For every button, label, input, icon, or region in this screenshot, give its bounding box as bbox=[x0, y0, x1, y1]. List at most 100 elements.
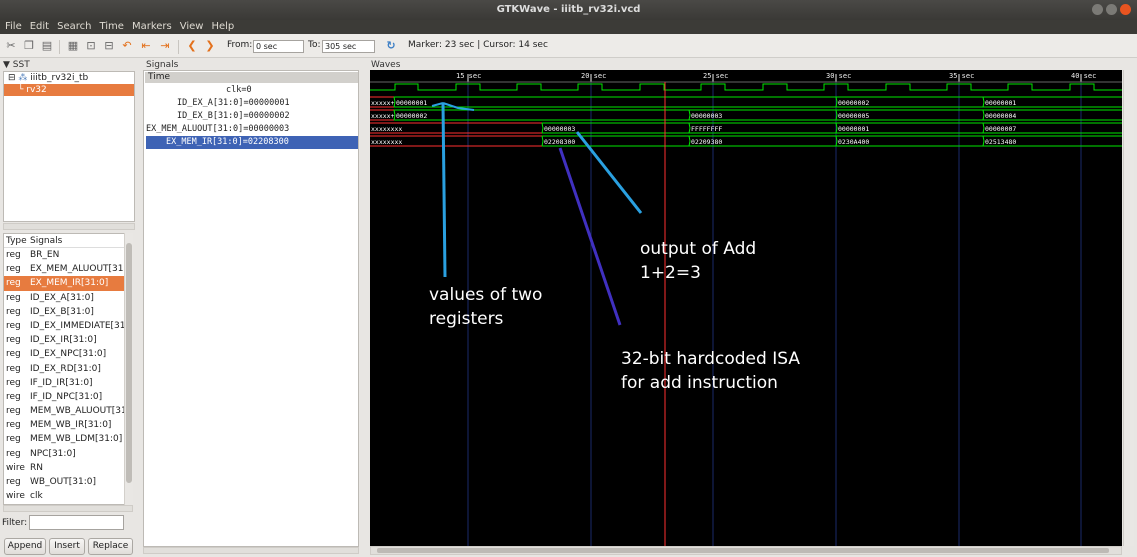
signal-row-ex-mem-ir[interactable]: EX_MEM_IR[31:0]=02208300 bbox=[146, 136, 358, 149]
signal-list-row[interactable]: wire RN bbox=[4, 461, 132, 475]
bus-value: 00000001 bbox=[985, 99, 1016, 107]
waves-hscroll[interactable] bbox=[370, 546, 1122, 555]
close-icon[interactable] bbox=[1120, 4, 1131, 15]
type-column-header[interactable]: Type bbox=[4, 234, 30, 247]
annotation-arrow-registers bbox=[441, 102, 447, 278]
sst-hscroll[interactable] bbox=[3, 223, 135, 230]
filter-input[interactable] bbox=[29, 515, 124, 530]
zoom-fit-icon[interactable]: ⊡ bbox=[84, 39, 98, 53]
annotation-line: 1+2=3 bbox=[640, 263, 701, 283]
signal-name: NPC[31:0] bbox=[30, 448, 76, 459]
annotation-arrow-aluout bbox=[575, 131, 643, 214]
signals-hscroll[interactable] bbox=[143, 547, 359, 554]
signal-type: wire bbox=[6, 462, 25, 473]
next-edge-icon[interactable]: ❯ bbox=[203, 39, 217, 53]
replace-button[interactable]: Replace bbox=[88, 538, 133, 555]
signal-list-row[interactable]: reg EX_MEM_IR[31:0] bbox=[4, 276, 132, 291]
menu-edit[interactable]: Edit bbox=[30, 20, 49, 34]
bus-value: 00000003 bbox=[544, 125, 575, 133]
select-all-icon[interactable]: ▦ bbox=[66, 39, 80, 53]
waves-vscroll[interactable] bbox=[1123, 70, 1134, 546]
toolbar: ✂ ❐ ▤ ▦ ⊡ ⊟ ↶ ⇤ ⇥ ❮ ❯ From: 0 sec To: 30… bbox=[0, 34, 1137, 58]
signal-list-row[interactable]: reg ID_EX_A[31:0] bbox=[4, 291, 132, 305]
signal-list-row[interactable]: reg MEM_WB_ALUOUT[31:0] bbox=[4, 404, 132, 418]
zoom-to-start-icon[interactable]: ⇤ bbox=[139, 39, 153, 53]
signal-type: reg bbox=[6, 335, 21, 346]
cut-icon[interactable]: ✂ bbox=[4, 39, 18, 53]
scroll-thumb[interactable] bbox=[126, 243, 132, 483]
signal-list-row[interactable]: wire clk bbox=[4, 489, 132, 503]
time-label: 25 sec bbox=[703, 72, 728, 80]
signal-type: reg bbox=[6, 477, 21, 487]
bus-value: 00000002 bbox=[838, 99, 869, 107]
prev-edge-icon[interactable]: ❮ bbox=[185, 39, 199, 53]
signal-list-row[interactable]: reg ID_EX_IR[31:0] bbox=[4, 333, 132, 347]
signal-list-row[interactable]: reg WB_OUT[31:0] bbox=[4, 475, 132, 489]
annotation-line: registers bbox=[429, 309, 504, 329]
paste-icon[interactable]: ▤ bbox=[40, 39, 54, 53]
from-input[interactable]: 0 sec bbox=[253, 40, 304, 53]
signal-type: reg bbox=[6, 391, 21, 402]
menu-search[interactable]: Search bbox=[57, 20, 91, 34]
signals-pane-label: Signals bbox=[146, 60, 179, 70]
zoom-to-end-icon[interactable]: ⇥ bbox=[158, 39, 172, 53]
tree-item-rv32[interactable]: └ rv32 bbox=[4, 84, 134, 96]
bus-value: xxxxxxxx bbox=[371, 138, 402, 146]
insert-button[interactable]: Insert bbox=[49, 538, 85, 555]
maximize-icon[interactable] bbox=[1106, 4, 1117, 15]
tree-item-tb[interactable]: ⊟ ⁂ iiitb_rv32i_tb bbox=[4, 72, 134, 84]
to-label: To: bbox=[308, 40, 321, 50]
id-ex-a-waveform: xxxxx+ 00000001 00000002 00000001 bbox=[370, 96, 1122, 108]
to-input[interactable]: 305 sec bbox=[322, 40, 375, 53]
signal-list-row[interactable]: reg MEM_WB_LDM[31:0] bbox=[4, 432, 132, 446]
signal-list-row[interactable]: reg IF_ID_NPC[31:0] bbox=[4, 390, 132, 404]
reload-icon[interactable]: ↻ bbox=[384, 39, 398, 53]
bus-value: 0230A400 bbox=[838, 138, 869, 146]
signal-name: clk bbox=[30, 491, 43, 502]
signal-list-row[interactable]: reg ID_EX_IMMEDIATE[31:0] bbox=[4, 319, 132, 333]
menu-markers[interactable]: Markers bbox=[132, 20, 172, 34]
bus-value: 00000003 bbox=[691, 112, 722, 120]
signal-list-row[interactable]: reg EX_MEM_ALUOUT[31:0] bbox=[4, 262, 132, 276]
signal-list-row[interactable]: reg MEM_WB_IR[31:0] bbox=[4, 418, 132, 432]
signal-type: reg bbox=[6, 406, 21, 417]
signal-row-clk[interactable]: clk=0 bbox=[226, 84, 252, 97]
signal-list-row[interactable]: reg BR_EN bbox=[4, 248, 132, 262]
ex-mem-ir-waveform: xxxxxxxx 02208300 02209380 0230A400 0251… bbox=[370, 135, 1122, 147]
signal-list-hscroll[interactable] bbox=[3, 505, 133, 512]
scroll-thumb[interactable] bbox=[377, 548, 1109, 553]
annotation-line: values of two bbox=[429, 285, 543, 305]
signal-row-ex-mem-aluout[interactable]: EX_MEM_ALUOUT[31:0]=00000003 bbox=[146, 123, 289, 136]
append-button[interactable]: Append bbox=[4, 538, 46, 555]
sst-tree: ⊟ ⁂ iiitb_rv32i_tb └ rv32 bbox=[3, 71, 135, 222]
annotation-line: output of Add bbox=[640, 239, 757, 259]
signal-row-id-ex-a[interactable]: ID_EX_A[31:0]=00000001 bbox=[177, 97, 290, 110]
signal-type: reg bbox=[6, 420, 21, 431]
undo-zoom-icon[interactable]: ↶ bbox=[120, 39, 134, 53]
copy-icon[interactable]: ❐ bbox=[22, 39, 36, 53]
signal-list-row[interactable]: reg NPC[31:0] bbox=[4, 447, 132, 461]
annotation-line: for add instruction bbox=[621, 373, 778, 393]
bus-transitions bbox=[393, 109, 985, 121]
sst-header[interactable]: ▼ SST bbox=[3, 60, 30, 70]
signal-list-vscroll[interactable] bbox=[124, 233, 133, 505]
menu-view[interactable]: View bbox=[180, 20, 204, 34]
signals-column-header[interactable]: Signals bbox=[30, 234, 132, 247]
ex-mem-aluout-waveform: xxxxxxxx 00000003 FFFFFFFF 00000001 0000… bbox=[370, 122, 1122, 134]
menu-time[interactable]: Time bbox=[99, 20, 123, 34]
zoom-icon[interactable]: ⊟ bbox=[102, 39, 116, 53]
signal-list-row[interactable]: reg ID_EX_RD[31:0] bbox=[4, 362, 132, 376]
menu-file[interactable]: File bbox=[5, 20, 22, 34]
bus-value: 02208300 bbox=[544, 138, 575, 146]
signal-list-row[interactable]: reg ID_EX_B[31:0] bbox=[4, 305, 132, 319]
bus-value: 00000001 bbox=[396, 99, 427, 107]
menu-help[interactable]: Help bbox=[211, 20, 234, 34]
signal-row-id-ex-b[interactable]: ID_EX_B[31:0]=00000002 bbox=[177, 110, 290, 123]
bus-lines bbox=[542, 135, 1122, 147]
signal-type: reg bbox=[6, 250, 21, 260]
signal-list-row[interactable]: reg IF_ID_IR[31:0] bbox=[4, 376, 132, 390]
bus-transitions bbox=[541, 135, 985, 147]
minimize-icon[interactable] bbox=[1092, 4, 1103, 15]
signal-list-row[interactable]: reg ID_EX_NPC[31:0] bbox=[4, 347, 132, 361]
waves-pane[interactable]: 15 sec 20 sec 25 sec 30 sec 35 sec 40 se… bbox=[370, 70, 1122, 546]
